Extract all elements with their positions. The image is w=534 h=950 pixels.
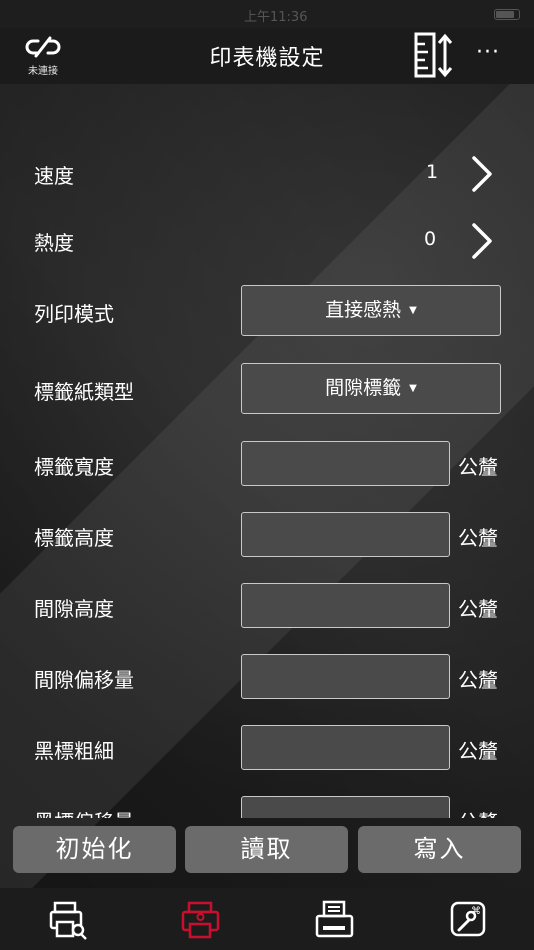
label-height-input[interactable] <box>241 512 450 557</box>
print-mode-selected: 直接感熱 <box>325 299 402 321</box>
speed-row[interactable]: 速度 1 <box>0 152 534 196</box>
initialize-button[interactable]: 初始化 <box>13 826 176 873</box>
chevron-right-icon[interactable] <box>470 222 494 260</box>
caret-down-icon: ▼ <box>409 305 417 316</box>
gap-height-unit: 公釐 <box>458 597 498 621</box>
gap-offset-row: 間隙偏移量 公釐 <box>0 654 534 700</box>
gap-offset-input[interactable] <box>241 654 450 699</box>
gap-height-input[interactable] <box>241 583 450 628</box>
black-mark-offset-unit: 公釐 <box>458 806 498 818</box>
black-mark-offset-label: 黑標偏移量 <box>34 806 134 818</box>
printer-search-icon <box>49 901 87 940</box>
black-mark-offset-input[interactable] <box>241 796 450 818</box>
label-height-row: 標籤高度 公釐 <box>0 512 534 558</box>
ruler-icon <box>414 32 453 78</box>
label-width-row: 標籤寬度 公釐 <box>0 441 534 487</box>
gap-offset-label: 間隙偏移量 <box>34 668 134 692</box>
printer-settings-icon <box>181 901 220 939</box>
density-value: 0 <box>424 228 437 250</box>
label-type-label: 標籤紙類型 <box>34 380 134 404</box>
label-size-button[interactable] <box>414 32 454 80</box>
print-mode-row: 列印模式 直接感熱 ▼ <box>0 285 534 337</box>
scroll-clip: 黑標偏移量 公釐 <box>0 790 534 818</box>
print-mode-select[interactable]: 直接感熱 ▼ <box>241 285 501 336</box>
label-type-selected: 間隙標籤 <box>325 377 402 399</box>
black-mark-width-row: 黑標粗細 公釐 <box>0 725 534 771</box>
label-height-unit: 公釐 <box>458 526 498 550</box>
tab-printer-settings[interactable] <box>181 900 221 940</box>
label-type-select[interactable]: 間隙標籤 ▼ <box>241 363 501 414</box>
speed-value: 1 <box>426 161 439 183</box>
black-mark-width-input[interactable] <box>241 725 450 770</box>
tab-print-job[interactable] <box>315 900 355 940</box>
tab-bar: ⌘ <box>0 888 534 950</box>
label-width-unit: 公釐 <box>458 455 498 479</box>
gap-height-row: 間隙高度 公釐 <box>0 583 534 629</box>
density-label: 熱度 <box>34 231 74 255</box>
status-time: 上午11:36 <box>244 10 308 25</box>
tab-printer-search[interactable] <box>49 900 89 940</box>
svg-text:⌘: ⌘ <box>471 906 481 917</box>
gap-offset-unit: 公釐 <box>458 668 498 692</box>
tools-icon: ⌘ <box>450 901 486 937</box>
label-height-label: 標籤高度 <box>34 526 114 550</box>
action-bar: 初始化 讀取 寫入 <box>0 826 534 876</box>
battery-icon <box>494 9 520 20</box>
label-width-input[interactable] <box>241 441 450 486</box>
label-type-row: 標籤紙類型 間隙標籤 ▼ <box>0 363 534 415</box>
chevron-right-icon[interactable] <box>470 155 494 193</box>
write-button[interactable]: 寫入 <box>358 826 521 873</box>
density-row[interactable]: 熱度 0 <box>0 219 534 263</box>
status-bar: 上午11:36 <box>0 0 534 28</box>
caret-down-icon: ▼ <box>409 383 417 394</box>
black-mark-width-unit: 公釐 <box>458 739 498 763</box>
gap-height-label: 間隙高度 <box>34 597 114 621</box>
black-mark-offset-row: 黑標偏移量 公釐 <box>0 796 534 818</box>
speed-label: 速度 <box>34 164 74 188</box>
print-mode-label: 列印模式 <box>34 302 114 326</box>
print-job-icon <box>315 900 354 938</box>
black-mark-width-label: 黑標粗細 <box>34 739 114 763</box>
read-button[interactable]: 讀取 <box>185 826 348 873</box>
tab-tools[interactable]: ⌘ <box>449 900 489 940</box>
more-menu-button[interactable]: ··· <box>476 40 500 65</box>
label-width-label: 標籤寬度 <box>34 455 114 479</box>
nav-bar: 未連接 印表機設定 ··· <box>0 28 534 84</box>
